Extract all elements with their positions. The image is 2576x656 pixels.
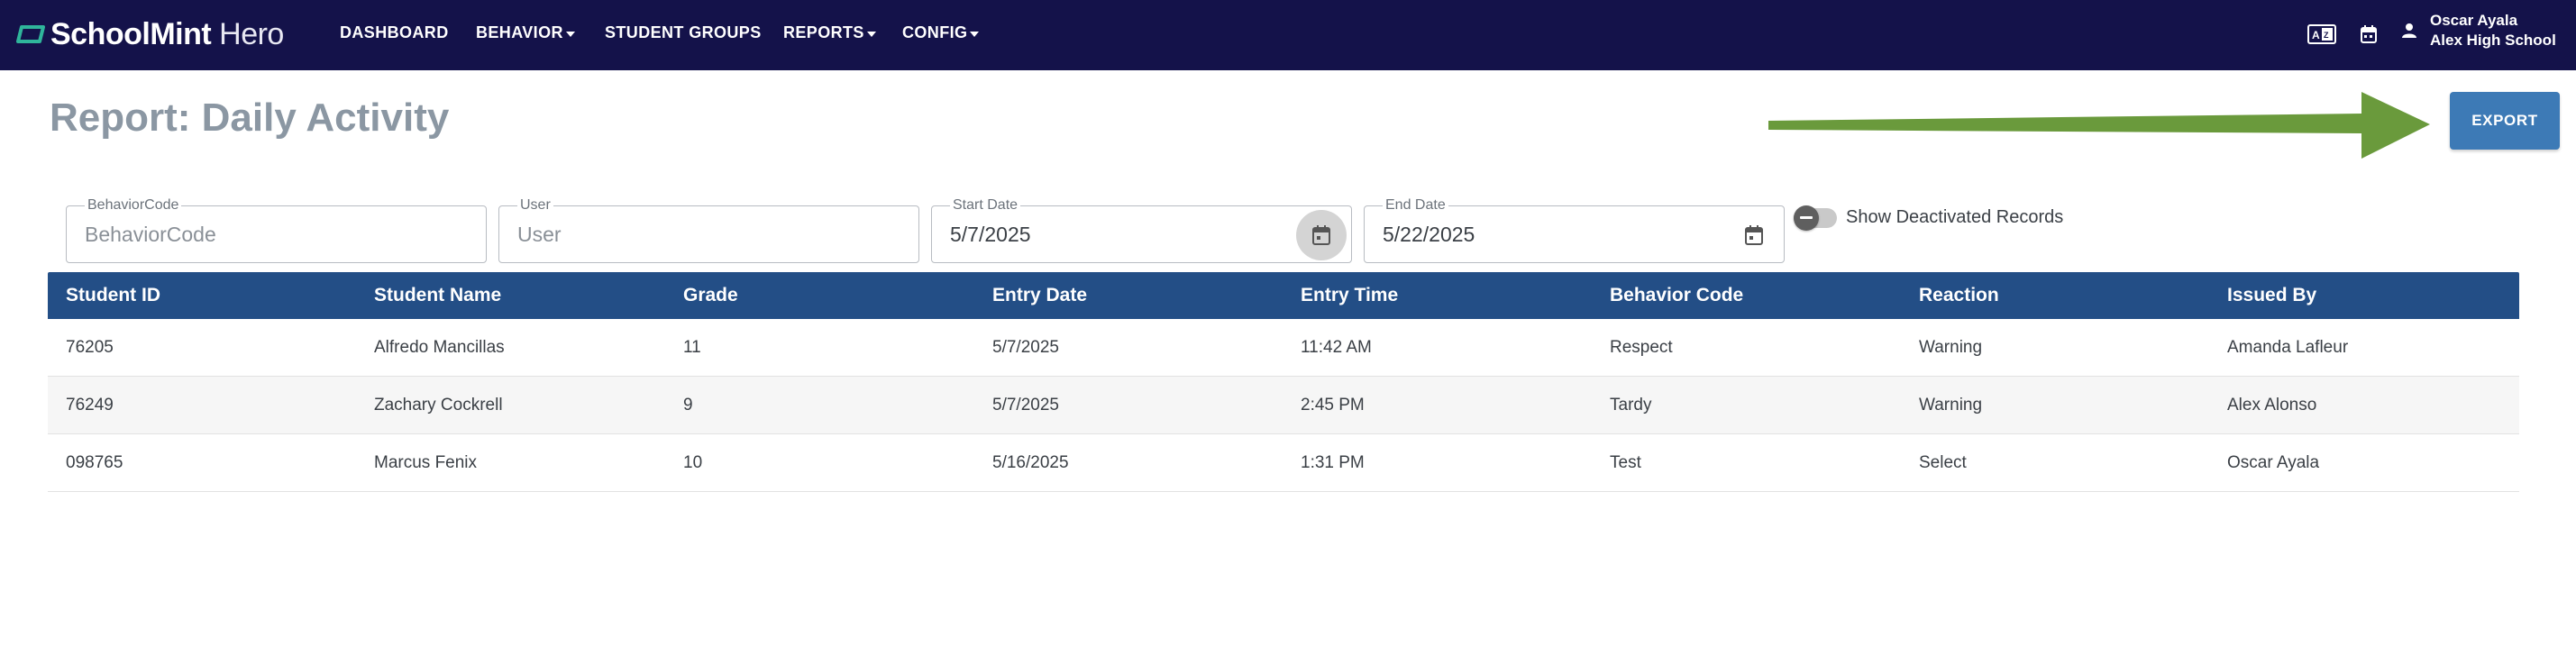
activity-table: Student ID Student Name Grade Entry Date…: [48, 272, 2519, 492]
table-row[interactable]: 76249 Zachary Cockrell 9 5/7/2025 2:45 P…: [48, 377, 2519, 434]
cell-reaction: Warning: [1919, 396, 1983, 415]
cell-entry-date: 5/7/2025: [992, 338, 1059, 357]
column-header-behavior-code[interactable]: Behavior Code: [1610, 285, 1743, 306]
nav-config[interactable]: CONFIG: [902, 23, 980, 42]
toggle-off-icon: [1794, 205, 1819, 231]
end-date-input[interactable]: 5/22/2025: [1383, 223, 1475, 247]
cell-student-name: Marcus Fenix: [374, 453, 478, 472]
cell-student-name: Alfredo Mancillas: [374, 338, 505, 357]
toggle-track[interactable]: [1794, 205, 1837, 231]
nav-student-groups-label: STUDENT GROUPS: [605, 23, 762, 41]
nav-dashboard[interactable]: DASHBOARD: [340, 23, 449, 42]
cell-student-id: 76249: [66, 396, 114, 415]
table-row[interactable]: 098765 Marcus Fenix 10 5/16/2025 1:31 PM…: [48, 434, 2519, 492]
user-menu[interactable]: Oscar Ayala Alex High School: [2401, 11, 2556, 50]
nav-dashboard-label: DASHBOARD: [340, 23, 449, 41]
svg-text:Z: Z: [2324, 31, 2329, 40]
user-name: Oscar Ayala: [2430, 12, 2518, 29]
top-navbar: SchoolMint Hero DASHBOARD BEHAVIOR STUDE…: [0, 0, 2576, 70]
app-logo[interactable]: SchoolMint Hero: [16, 14, 284, 54]
caret-down-icon: [970, 31, 980, 37]
nav-reports[interactable]: REPORTS: [783, 23, 876, 42]
page-title: Report: Daily Activity: [50, 96, 450, 140]
column-header-entry-time[interactable]: Entry Time: [1301, 285, 1398, 306]
logo-mark-icon: [16, 25, 45, 43]
cell-issued-by: Oscar Ayala: [2227, 453, 2320, 472]
user-input[interactable]: User: [517, 223, 562, 247]
cell-issued-by: Alex Alonso: [2227, 396, 2317, 415]
column-header-reaction[interactable]: Reaction: [1919, 285, 1999, 306]
person-icon: [2402, 23, 2416, 38]
nav-reports-label: REPORTS: [783, 23, 864, 41]
table-row[interactable]: 76205 Alfredo Mancillas 11 5/7/2025 11:4…: [48, 319, 2519, 377]
cell-student-name: Zachary Cockrell: [374, 396, 503, 415]
user-field[interactable]: User User: [498, 197, 919, 263]
calendar-icon[interactable]: [2352, 20, 2385, 49]
svg-text:A: A: [2312, 29, 2320, 41]
cell-grade: 11: [683, 338, 701, 357]
user-school: Alex High School: [2430, 32, 2556, 49]
column-header-student-id[interactable]: Student ID: [66, 285, 160, 306]
export-button[interactable]: EXPORT: [2450, 92, 2560, 150]
cell-entry-time: 2:45 PM: [1301, 396, 1365, 415]
nav-config-label: CONFIG: [902, 23, 968, 41]
cell-grade: 9: [683, 396, 693, 415]
green-arrow-icon: [1768, 92, 2430, 159]
start-date-calendar-button[interactable]: [1296, 210, 1347, 260]
cell-behavior-code: Test: [1610, 453, 1641, 472]
nav-student-groups[interactable]: STUDENT GROUPS: [605, 23, 762, 42]
table-header: Student ID Student Name Grade Entry Date…: [48, 272, 2519, 319]
cell-behavior-code: Tardy: [1610, 396, 1652, 415]
cell-issued-by: Amanda Lafleur: [2227, 338, 2349, 357]
caret-down-icon: [866, 31, 876, 37]
show-deactivated-toggle[interactable]: Show Deactivated Records: [1794, 205, 2064, 231]
cell-reaction: Select: [1919, 453, 1967, 472]
nav-behavior-label: BEHAVIOR: [476, 23, 563, 41]
start-date-label: Start Date: [950, 197, 1021, 214]
cell-student-id: 76205: [66, 338, 114, 357]
behavior-code-input[interactable]: BehaviorCode: [85, 223, 216, 247]
cell-entry-time: 1:31 PM: [1301, 453, 1365, 472]
cell-student-id: 098765: [66, 453, 123, 472]
logo-text: SchoolMint Hero: [50, 16, 284, 51]
cell-entry-date: 5/7/2025: [992, 396, 1059, 415]
column-header-issued-by[interactable]: Issued By: [2227, 285, 2316, 306]
column-header-grade[interactable]: Grade: [683, 285, 738, 306]
calendar-icon: [1745, 225, 1763, 245]
start-date-input[interactable]: 5/7/2025: [950, 223, 1031, 247]
cell-reaction: Warning: [1919, 338, 1983, 357]
show-deactivated-label: Show Deactivated Records: [1846, 207, 2064, 227]
nav-behavior[interactable]: BEHAVIOR: [476, 23, 575, 42]
user-label: User: [517, 197, 553, 214]
start-date-field[interactable]: Start Date 5/7/2025: [931, 197, 1352, 263]
behavior-code-field[interactable]: BehaviorCode BehaviorCode: [66, 197, 487, 263]
cell-grade: 10: [683, 453, 703, 472]
end-date-label: End Date: [1383, 197, 1448, 214]
cell-entry-time: 11:42 AM: [1301, 338, 1372, 357]
column-header-entry-date[interactable]: Entry Date: [992, 285, 1087, 306]
end-date-calendar-button[interactable]: [1729, 210, 1779, 260]
cell-behavior-code: Respect: [1610, 338, 1673, 357]
translate-icon[interactable]: A Z: [2306, 20, 2338, 49]
calendar-icon: [1312, 225, 1330, 245]
cell-entry-date: 5/16/2025: [992, 453, 1069, 472]
behavior-code-label: BehaviorCode: [85, 197, 182, 214]
column-header-student-name[interactable]: Student Name: [374, 285, 501, 306]
end-date-field[interactable]: End Date 5/22/2025: [1364, 197, 1785, 263]
caret-down-icon: [565, 31, 575, 37]
